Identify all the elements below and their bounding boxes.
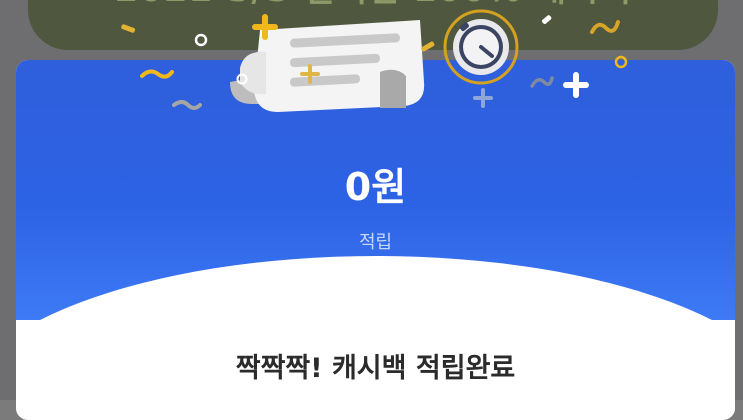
confetti-icon <box>236 70 248 85</box>
confetti-icon <box>172 96 202 110</box>
confetti-icon <box>140 66 174 82</box>
sparkle-plus-icon <box>563 72 589 98</box>
confetti-icon <box>420 38 436 52</box>
promo-banner-text: 2021 S/S 컬렉션 100% 캐시백 <box>28 0 718 11</box>
confetti-icon <box>530 74 554 90</box>
sparkle-plus-icon <box>473 88 493 108</box>
confetti-icon <box>194 32 208 47</box>
sparkle-plus-icon <box>300 64 320 84</box>
cashback-modal: 0원 적립 짝짝짝! 캐시백 적립완료 <box>16 60 735 420</box>
sparkle-plus-icon <box>252 14 278 40</box>
confetti-icon <box>540 12 554 26</box>
cashback-amount: 0원 <box>344 165 407 209</box>
confetti-icon <box>120 20 136 33</box>
confetti-icon <box>590 18 620 38</box>
completion-message: 짝짝짝! 캐시백 적립완료 <box>235 353 516 384</box>
confetti-icon <box>614 54 628 69</box>
stopwatch-icon <box>443 9 519 85</box>
cashback-status: 적립 <box>358 232 393 253</box>
